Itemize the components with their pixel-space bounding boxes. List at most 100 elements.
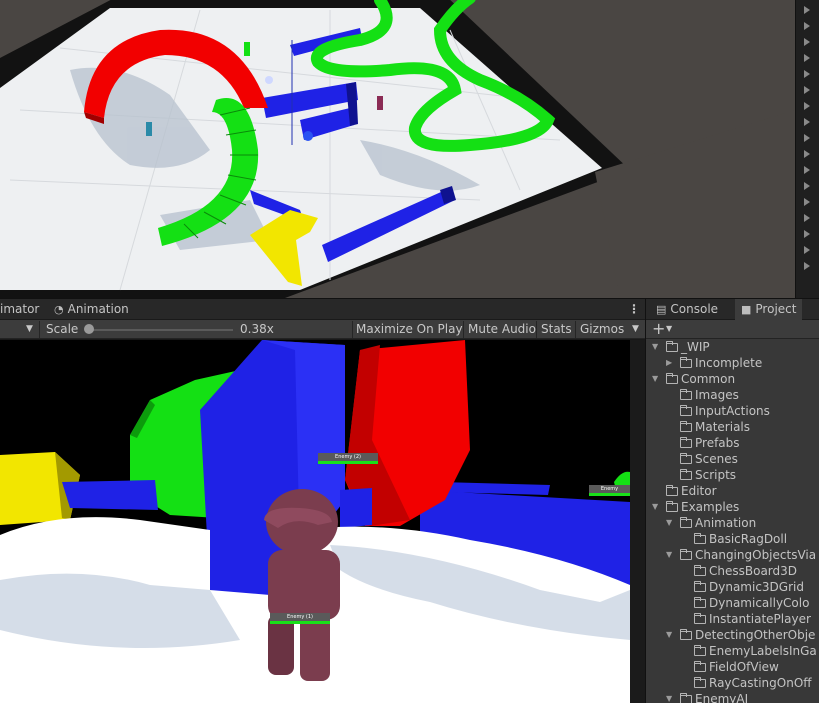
tree-item-enemyai[interactable]: ▼ EnemyAI: [646, 691, 819, 703]
game-view-scrollbar[interactable]: [630, 340, 645, 703]
toolbar-divider: [536, 321, 537, 338]
game-tab-bar: imator ◔ Animation ⋮: [0, 298, 645, 320]
folder-icon: [680, 453, 692, 464]
tree-item-materials[interactable]: Materials: [646, 419, 819, 435]
toolbar-divider: [463, 321, 464, 338]
play-arrow-icon[interactable]: [804, 166, 810, 174]
play-arrow-icon[interactable]: [804, 214, 810, 222]
chevron-down-icon[interactable]: ▼: [652, 499, 662, 515]
tree-item-images[interactable]: Images: [646, 387, 819, 403]
enemy-health-bar: Enemy (1): [270, 613, 330, 624]
animation-icon: ◔: [54, 303, 64, 316]
tree-item-label: Images: [695, 388, 739, 402]
tree-item-label: FieldOfView: [709, 660, 779, 674]
folder-icon: [666, 485, 678, 496]
play-arrow-icon[interactable]: [804, 262, 810, 270]
gizmos-button[interactable]: Gizmos: [577, 320, 627, 339]
tree-item-instantiateplayer[interactable]: InstantiatePlayer: [646, 611, 819, 627]
tree-item-raycastingonoff[interactable]: RayCastingOnOff: [646, 675, 819, 691]
tree-item-label: DynamicallyColo: [709, 596, 810, 610]
tree-item-fieldofview[interactable]: FieldOfView: [646, 659, 819, 675]
tree-item-editor[interactable]: Editor: [646, 483, 819, 499]
play-arrow-icon[interactable]: [804, 246, 810, 254]
chevron-down-icon[interactable]: ▼: [666, 547, 676, 563]
tree-item-incomplete[interactable]: ▶ Incomplete: [646, 355, 819, 371]
health-bar-fill: [589, 493, 630, 496]
scale-slider-track[interactable]: [88, 329, 233, 331]
tree-item-detectingotherobje[interactable]: ▼ DetectingOtherObje: [646, 627, 819, 643]
folder-icon: [680, 389, 692, 400]
play-arrow-icon[interactable]: [804, 6, 810, 14]
gizmos-dropdown-icon[interactable]: ▼: [632, 320, 639, 339]
stats-button[interactable]: Stats: [538, 320, 575, 339]
tree-item-animation[interactable]: ▼ Animation: [646, 515, 819, 531]
play-arrow-icon[interactable]: [804, 198, 810, 206]
chevron-down-icon[interactable]: ▼: [652, 339, 662, 355]
tree-item-changingobjectsvia[interactable]: ▼ ChangingObjectsVia: [646, 547, 819, 563]
scale-label: Scale: [46, 322, 79, 336]
enemy-character: [264, 489, 340, 681]
tree-item-basicragdoll[interactable]: BasicRagDoll: [646, 531, 819, 547]
folder-icon: [666, 373, 678, 384]
project-tree[interactable]: ▼ _WIP ▶ Incomplete ▼ Common Images InputAction…: [646, 339, 819, 703]
scene-view[interactable]: [0, 0, 795, 298]
game-view[interactable]: Enemy (2) Enemy Enemy (1): [0, 340, 630, 703]
chevron-down-icon[interactable]: ▼: [666, 515, 676, 531]
chevron-right-icon[interactable]: ▶: [666, 355, 676, 371]
health-bar-fill: [318, 461, 378, 464]
play-arrow-icon[interactable]: [804, 150, 810, 158]
play-arrow-icon[interactable]: [804, 54, 810, 62]
play-arrow-icon[interactable]: [804, 102, 810, 110]
scene-canvas[interactable]: [0, 0, 795, 298]
plus-icon[interactable]: +: [652, 320, 665, 339]
tree-item-enemylabelsinga[interactable]: EnemyLabelsInGa: [646, 643, 819, 659]
chevron-down-icon[interactable]: ▼: [652, 371, 662, 387]
tree-item-chessboard3d[interactable]: ChessBoard3D: [646, 563, 819, 579]
scene-toolbar-right: [795, 0, 819, 298]
play-arrow-icon[interactable]: [804, 70, 810, 78]
tree-item-scripts[interactable]: Scripts: [646, 467, 819, 483]
tab-project[interactable]: ■ Project: [735, 299, 803, 320]
enemy-name-label: Enemy: [600, 486, 619, 492]
tab-console[interactable]: ▤ Console: [650, 299, 724, 320]
kebab-menu-icon[interactable]: ⋮: [622, 299, 646, 320]
folder-icon: [666, 501, 678, 512]
folder-icon: [694, 677, 706, 688]
play-arrow-icon[interactable]: [804, 38, 810, 46]
tree-item-label: Prefabs: [695, 436, 740, 450]
folder-icon: [680, 517, 692, 528]
scale-slider-knob[interactable]: [84, 324, 94, 334]
folder-icon: [694, 645, 706, 656]
tree-item--wip[interactable]: ▼ _WIP: [646, 339, 819, 355]
tree-item-prefabs[interactable]: Prefabs: [646, 435, 819, 451]
tree-item-scenes[interactable]: Scenes: [646, 451, 819, 467]
tree-item-common[interactable]: ▼ Common: [646, 371, 819, 387]
play-arrow-icon[interactable]: [804, 134, 810, 142]
tab-animation[interactable]: ◔ Animation: [48, 299, 135, 320]
tree-item-label: Examples: [681, 500, 740, 514]
tree-item-label: Incomplete: [695, 356, 763, 370]
play-arrow-icon[interactable]: [804, 86, 810, 94]
tree-item-examples[interactable]: ▼ Examples: [646, 499, 819, 515]
play-arrow-icon[interactable]: [804, 22, 810, 30]
play-arrow-icon[interactable]: [804, 182, 810, 190]
folder-icon: [680, 357, 692, 368]
folder-icon: [694, 533, 706, 544]
play-arrow-icon[interactable]: [804, 230, 810, 238]
tree-item-label: Materials: [695, 420, 751, 434]
maximize-on-play-button[interactable]: Maximize On Play: [353, 320, 466, 339]
tree-item-inputactions[interactable]: InputActions: [646, 403, 819, 419]
chevron-down-icon[interactable]: ▼: [26, 320, 33, 339]
enemy-name-label: Enemy (1): [287, 614, 313, 620]
mute-audio-button[interactable]: Mute Audio: [465, 320, 539, 339]
tree-item-label: InputActions: [695, 404, 770, 418]
chevron-down-icon[interactable]: ▼: [666, 627, 676, 643]
scene-ground: [595, 110, 795, 298]
toolbar-divider: [39, 321, 40, 338]
tab-animator[interactable]: imator: [0, 299, 45, 320]
tree-item-dynamic3dgrid[interactable]: Dynamic3DGrid: [646, 579, 819, 595]
add-dropdown-icon[interactable]: ▼: [666, 320, 672, 339]
chevron-down-icon[interactable]: ▼: [666, 691, 676, 703]
play-arrow-icon[interactable]: [804, 118, 810, 126]
tree-item-dynamicallycolo[interactable]: DynamicallyColo: [646, 595, 819, 611]
